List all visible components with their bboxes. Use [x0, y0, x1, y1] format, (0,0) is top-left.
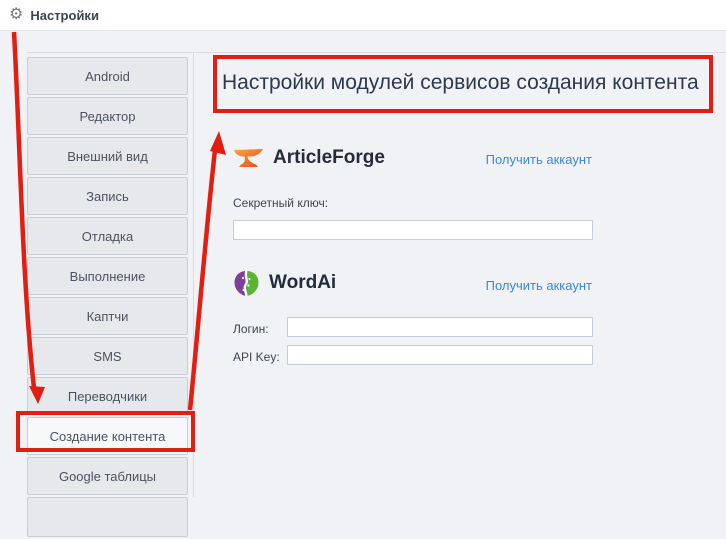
articleforge-get-account-link[interactable]: Получить аккаунт — [486, 152, 592, 167]
articleforge-section-header: ArticleForge — [233, 145, 385, 171]
window-title: Настройки — [30, 7, 99, 23]
wordai-get-account-link[interactable]: Получить аккаунт — [486, 278, 592, 293]
api-key-label: API Key: — [233, 350, 280, 364]
tab-content-creation[interactable]: Создание контента — [27, 417, 188, 455]
tab-captcha[interactable]: Каптчи — [27, 297, 188, 335]
content-left-border — [193, 52, 194, 497]
tab-recording[interactable]: Запись — [27, 177, 188, 215]
tab-execution[interactable]: Выполнение — [27, 257, 188, 295]
secret-key-label: Секретный ключ: — [233, 196, 329, 210]
secret-key-input[interactable] — [233, 220, 593, 240]
tab-debug[interactable]: Отладка — [27, 217, 188, 255]
page-title: Настройки модулей сервисов создания конт… — [222, 71, 699, 94]
tab-translators[interactable]: Переводчики — [27, 377, 188, 415]
tab-google-sheets[interactable]: Google таблицы — [27, 457, 188, 495]
wordai-name: WordAi — [269, 272, 337, 293]
gear-icon: ⚙ — [9, 6, 24, 23]
tab-android[interactable]: Android — [27, 57, 188, 95]
panel-top-border — [27, 52, 726, 53]
login-input[interactable] — [287, 317, 593, 337]
settings-tab-strip: Android Редактор Внешний вид Запись Отла… — [27, 57, 188, 539]
articleforge-name: ArticleForge — [273, 147, 385, 168]
content-tab-to-title-arrowhead — [210, 131, 226, 155]
tab-sms[interactable]: SMS — [27, 337, 188, 375]
api-key-input[interactable] — [287, 345, 593, 365]
tab-appearance[interactable]: Внешний вид — [27, 137, 188, 175]
articleforge-anvil-icon — [234, 149, 263, 167]
login-label: Логин: — [233, 322, 269, 336]
tab-editor[interactable]: Редактор — [27, 97, 188, 135]
topbar: ⚙ Настройки — [0, 0, 726, 31]
wordai-heads-icon — [234, 270, 259, 296]
wordai-section-header: WordAi — [233, 270, 336, 296]
tab-partially-visible[interactable] — [27, 497, 188, 537]
